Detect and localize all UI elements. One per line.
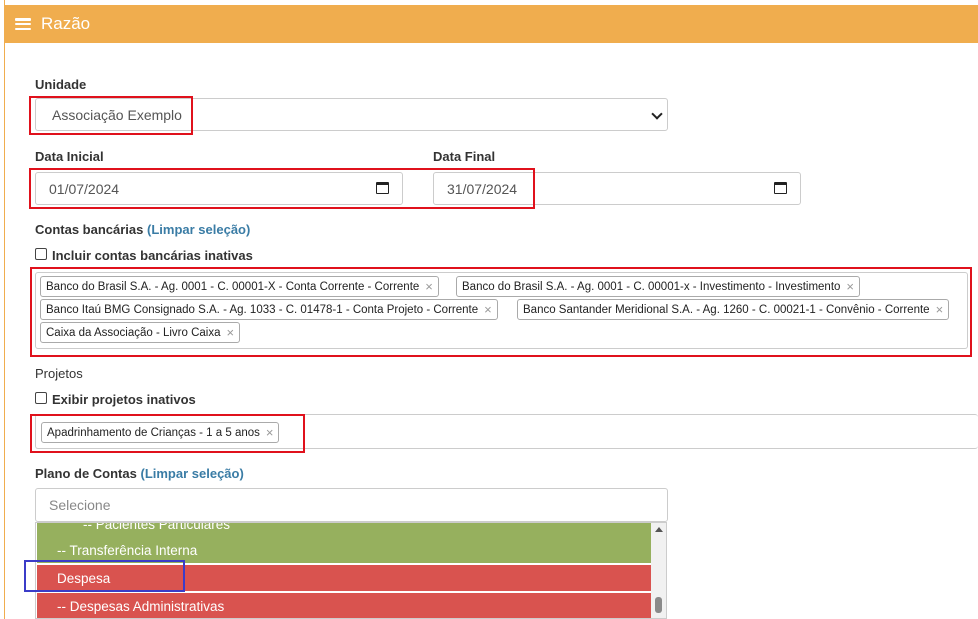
contas-clear-link[interactable]: (Limpar seleção)	[147, 222, 250, 237]
projetos-label: Projetos	[35, 366, 83, 381]
data-final-label: Data Final	[433, 149, 496, 164]
scroll-thumb[interactable]	[655, 597, 662, 613]
highlight-projetos	[30, 414, 305, 453]
panel-heading: Razão	[5, 5, 978, 43]
contas-inactive-checkbox[interactable]	[35, 248, 47, 260]
plano-label: Plano de Contas (Limpar seleção)	[35, 466, 244, 481]
dropdown-scrollbar[interactable]	[651, 523, 666, 618]
page-title: Razão	[41, 14, 91, 33]
data-inicial-label: Data Inicial	[35, 149, 104, 164]
highlight-unidade	[29, 96, 193, 135]
plano-placeholder: Selecione	[49, 497, 111, 513]
highlight-dates	[29, 168, 535, 209]
plano-option[interactable]: -- Pacientes Particulares	[37, 523, 652, 537]
plano-search-input[interactable]: Selecione	[35, 488, 668, 522]
menu-icon[interactable]	[15, 18, 31, 30]
plano-option[interactable]: -- Despesas Administrativas	[37, 593, 652, 618]
highlight-contas	[30, 267, 972, 357]
unidade-label: Unidade	[35, 77, 87, 92]
projetos-inactive-label: Exibir projetos inativos	[52, 392, 196, 407]
highlight-despesa	[24, 560, 185, 592]
chevron-down-icon	[651, 108, 663, 120]
plano-clear-link[interactable]: (Limpar seleção)	[140, 466, 243, 481]
contas-inactive-label: Incluir contas bancárias inativas	[52, 248, 253, 263]
calendar-icon[interactable]	[774, 182, 787, 194]
projetos-inactive-checkbox[interactable]	[35, 392, 47, 404]
contas-label: Contas bancárias (Limpar seleção)	[35, 222, 251, 237]
scroll-up-icon[interactable]	[655, 527, 663, 532]
